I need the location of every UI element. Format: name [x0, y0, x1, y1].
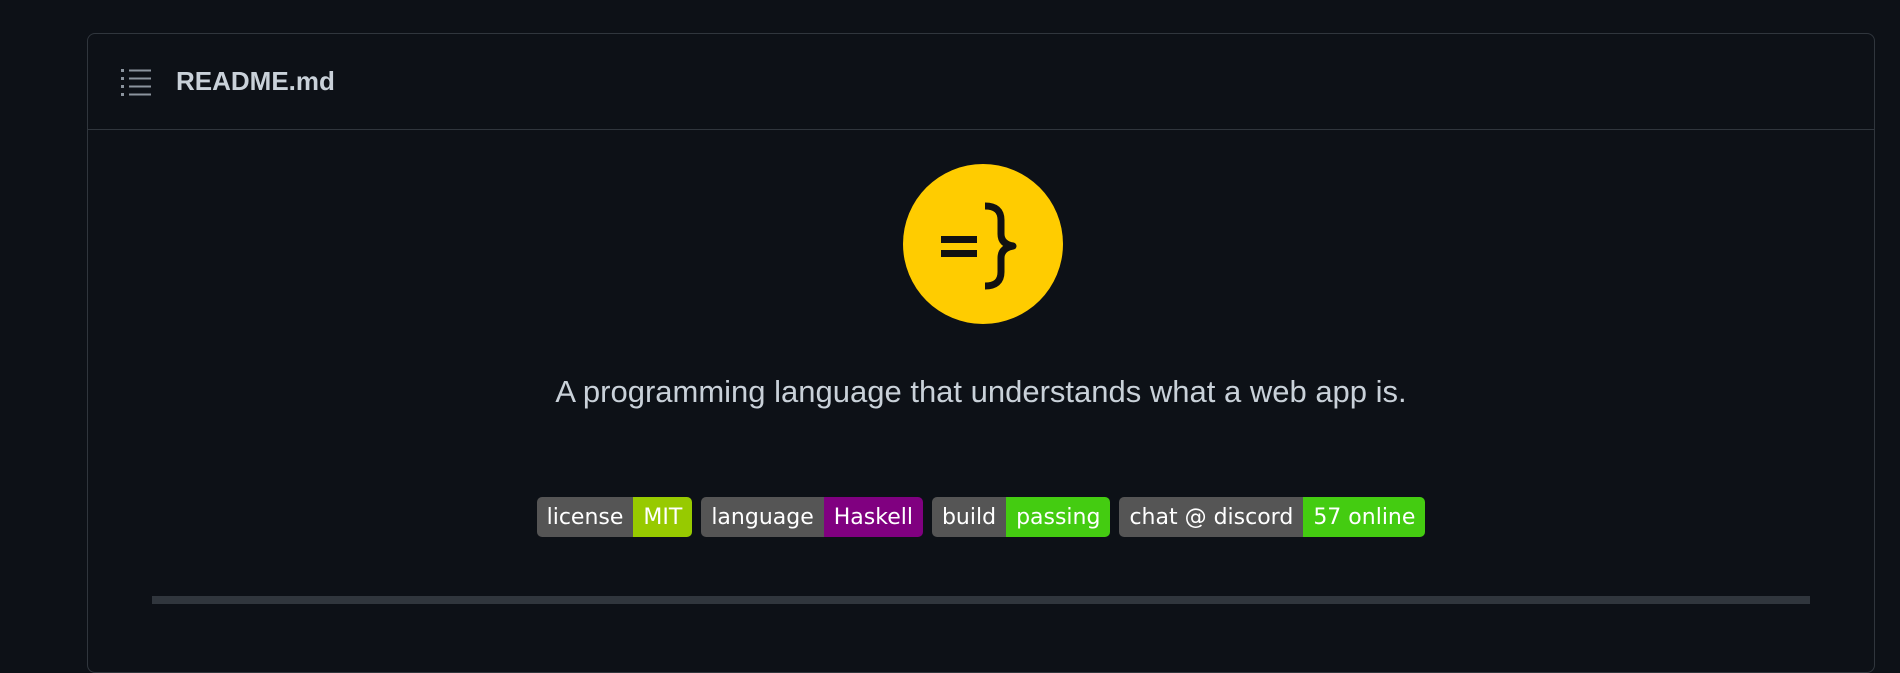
- badge-build[interactable]: build passing: [931, 497, 1111, 537]
- tagline: A programming language that understands …: [555, 374, 1407, 409]
- outline-button[interactable]: [108, 54, 164, 110]
- badge-label: language: [701, 497, 824, 537]
- readme-header: README.md: [88, 34, 1874, 130]
- badge-message: Haskell: [823, 497, 923, 537]
- logo-glyph: [941, 202, 1017, 290]
- badge-label: chat @ discord: [1119, 497, 1304, 537]
- badge-language[interactable]: language Haskell: [701, 497, 923, 537]
- badge-message: passing: [1006, 497, 1111, 537]
- readme-container: README.md A programming language that un…: [87, 33, 1875, 673]
- badge-message: 57 online: [1303, 497, 1426, 537]
- badge-row: license MIT language Haskell build passi…: [88, 497, 1874, 537]
- badge-label: license: [536, 497, 634, 537]
- badge-label: build: [931, 497, 1007, 537]
- badge-discord[interactable]: chat @ discord 57 online: [1119, 497, 1426, 537]
- list-unordered-icon: [121, 68, 151, 96]
- horizontal-rule: [152, 596, 1810, 604]
- wasp-logo[interactable]: [903, 164, 1063, 324]
- badge-message: MIT: [633, 497, 693, 537]
- readme-file-name[interactable]: README.md: [176, 66, 335, 97]
- badge-license[interactable]: license MIT: [536, 497, 693, 537]
